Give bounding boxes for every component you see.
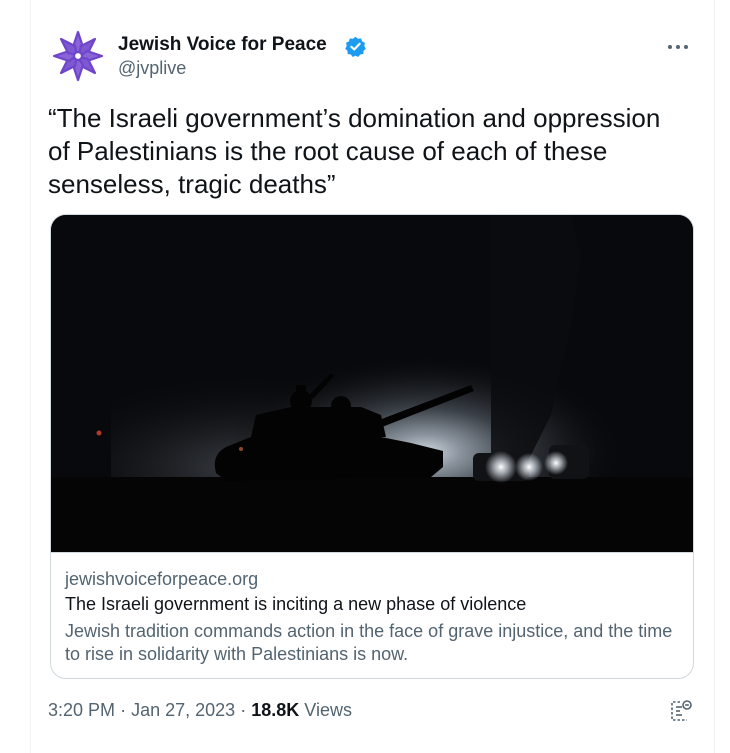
author-name[interactable]: Jewish Voice for Peace bbox=[118, 34, 327, 56]
views-count: 18.8K bbox=[251, 700, 300, 720]
card-domain[interactable]: jewishvoiceforpeace.org bbox=[65, 569, 258, 590]
tweet: Jewish Voice for Peace @jvplive “The Isr… bbox=[30, 0, 714, 753]
timeline-right-border bbox=[714, 0, 715, 753]
analytics-icon[interactable] bbox=[668, 698, 694, 724]
card-title[interactable]: The Israeli government is inciting a new… bbox=[65, 594, 526, 615]
meta-separator: · bbox=[120, 700, 127, 720]
tweet-time[interactable]: 3:20 PM bbox=[48, 700, 115, 720]
tweet-text: “The Israeli government’s domination and… bbox=[48, 103, 661, 199]
card-image[interactable] bbox=[51, 215, 693, 552]
star-logo-icon bbox=[52, 30, 104, 82]
card-description[interactable]: Jewish tradition commands action in the … bbox=[65, 620, 685, 666]
more-options-button[interactable] bbox=[664, 36, 692, 58]
meta-separator: · bbox=[240, 700, 247, 720]
more-options-icon bbox=[668, 45, 688, 49]
verified-badge-icon bbox=[345, 36, 366, 57]
card-divider bbox=[51, 552, 693, 553]
link-card[interactable]: jewishvoiceforpeace.org The Israeli gove… bbox=[50, 214, 694, 679]
tweet-meta: 3:20 PM · Jan 27, 2023 · 18.8K Views bbox=[48, 700, 352, 721]
views-label: Views bbox=[304, 700, 352, 720]
tweet-date[interactable]: Jan 27, 2023 bbox=[131, 700, 235, 720]
avatar[interactable] bbox=[52, 30, 104, 82]
author-handle[interactable]: @jvplive bbox=[118, 58, 186, 79]
